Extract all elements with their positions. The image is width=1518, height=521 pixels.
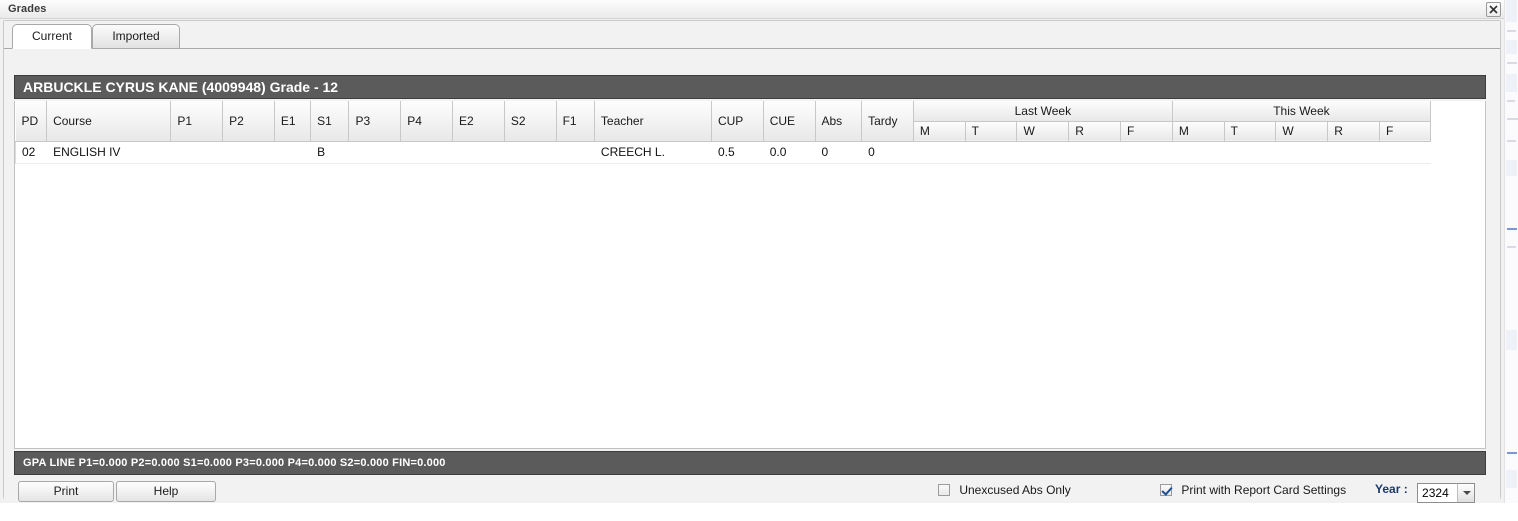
cell-tw-f: [1379, 141, 1431, 164]
cell-p3: [348, 141, 401, 164]
student-header-text: ARBUCKLE CYRUS KANE (4009948) Grade - 12: [23, 79, 339, 95]
grades-table: PD Course P1 P2 E1 S1 P3 P4 E2 S2 F1 Tea…: [15, 101, 1432, 164]
cell-f1: [556, 141, 595, 164]
col-lastweek-t[interactable]: T: [965, 121, 1018, 142]
col-s2[interactable]: S2: [504, 101, 557, 142]
col-teacher[interactable]: Teacher: [594, 101, 712, 142]
close-icon[interactable]: [1486, 2, 1501, 17]
cell-tw-t: [1224, 141, 1276, 164]
cell-s2: [504, 141, 557, 164]
cell-p1: [170, 141, 223, 164]
col-e2[interactable]: E2: [452, 101, 505, 142]
cell-tw-w: [1275, 141, 1328, 164]
unexcused-abs-only-checkbox[interactable]: [938, 484, 950, 496]
col-thisweek-f[interactable]: F: [1379, 121, 1432, 142]
cell-cup: 0.5: [711, 141, 764, 164]
cell-tw-m: [1172, 141, 1225, 164]
grades-panel: Current Imported ARBUCKLE CYRUS KANE (40…: [3, 20, 1501, 503]
col-e1[interactable]: E1: [274, 101, 312, 142]
cell-tardy: 0: [861, 141, 914, 164]
cell-cue: 0.0: [763, 141, 815, 164]
cell-pd: 02: [15, 141, 47, 164]
col-pd[interactable]: PD: [15, 101, 48, 142]
gpa-line-text: GPA LINE P1=0.000 P2=0.000 S1=0.000 P3=0…: [23, 457, 446, 469]
gpa-line-bar: GPA LINE P1=0.000 P2=0.000 S1=0.000 P3=0…: [14, 451, 1486, 475]
col-group-last-week: Last Week: [913, 101, 1173, 122]
tab-imported-label: Imported: [112, 29, 160, 43]
cell-teacher: CREECH L.: [594, 141, 712, 164]
col-tardy[interactable]: Tardy: [861, 101, 914, 142]
col-p2[interactable]: P2: [222, 101, 275, 142]
col-cue[interactable]: CUE: [763, 101, 816, 142]
cell-lw-t: [965, 141, 1017, 164]
year-select-value: 2324: [1422, 485, 1449, 500]
year-selector-group: Year : 2324: [1375, 482, 1476, 503]
tab-imported[interactable]: Imported: [92, 24, 180, 49]
col-lastweek-m[interactable]: M: [913, 121, 966, 142]
year-select[interactable]: 2324: [1417, 482, 1476, 503]
col-cup[interactable]: CUP: [711, 101, 764, 142]
col-thisweek-m[interactable]: M: [1172, 121, 1225, 142]
help-button[interactable]: Help: [116, 481, 216, 502]
tab-current-label: Current: [31, 29, 72, 43]
print-button[interactable]: Print: [18, 481, 114, 502]
col-course[interactable]: Course: [46, 101, 172, 142]
cell-lw-f: [1120, 141, 1173, 164]
year-label: Year :: [1375, 482, 1408, 496]
tab-current[interactable]: Current: [12, 24, 92, 49]
table-header-row-1: PD Course P1 P2 E1 S1 P3 P4 E2 S2 F1 Tea…: [15, 101, 1432, 142]
print-with-report-card-settings-group[interactable]: Print with Report Card Settings: [1160, 483, 1346, 501]
cell-course: ENGLISH IV: [46, 141, 171, 164]
chevron-down-icon[interactable]: [1457, 483, 1475, 502]
print-with-report-card-settings-label: Print with Report Card Settings: [1181, 483, 1347, 497]
unexcused-abs-only-label: Unexcused Abs Only: [959, 483, 1071, 497]
cell-lw-w: [1016, 141, 1069, 164]
cell-e2: [452, 141, 505, 164]
grades-window: Grades Current Imported ARBUCKLE CYRUS K…: [0, 0, 1518, 503]
col-p1[interactable]: P1: [170, 101, 224, 142]
tab-content-current: ARBUCKLE CYRUS KANE (4009948) Grade - 12: [4, 49, 1500, 503]
window-title: Grades: [8, 3, 47, 15]
col-p4[interactable]: P4: [400, 101, 454, 142]
col-lastweek-r[interactable]: R: [1068, 121, 1122, 142]
col-s1[interactable]: S1: [310, 101, 350, 142]
col-lastweek-w[interactable]: W: [1016, 121, 1070, 142]
cell-abs: 0: [815, 141, 862, 164]
cell-p2: [222, 141, 275, 164]
col-thisweek-w[interactable]: W: [1275, 121, 1329, 142]
table-row[interactable]: 02 ENGLISH IV B CREECH L. 0.5 0.0 0 0: [15, 141, 1431, 164]
cell-tw-r: [1327, 141, 1380, 164]
background-page-bleed: [1504, 0, 1518, 503]
window-titlebar: Grades: [0, 0, 1504, 19]
print-button-label: Print: [53, 484, 79, 498]
tab-strip: Current Imported: [4, 21, 1500, 49]
cell-s1: B: [310, 141, 349, 164]
cell-e1: [274, 141, 311, 164]
cell-p4: [400, 141, 453, 164]
cell-lw-m: [913, 141, 966, 164]
col-abs[interactable]: Abs: [815, 101, 863, 142]
grades-grid-container: PD Course P1 P2 E1 S1 P3 P4 E2 S2 F1 Tea…: [14, 101, 1486, 449]
cell-lw-r: [1068, 141, 1121, 164]
student-header-bar: ARBUCKLE CYRUS KANE (4009948) Grade - 12: [14, 75, 1486, 99]
col-p3[interactable]: P3: [348, 101, 402, 142]
col-group-this-week: This Week: [1172, 101, 1432, 122]
col-lastweek-f[interactable]: F: [1120, 121, 1173, 142]
help-button-label: Help: [153, 484, 179, 498]
col-thisweek-r[interactable]: R: [1327, 121, 1380, 142]
unexcused-abs-only-group[interactable]: Unexcused Abs Only: [938, 483, 1071, 501]
col-f1[interactable]: F1: [556, 101, 595, 142]
col-thisweek-t[interactable]: T: [1224, 121, 1277, 142]
bottom-toolbar: Print Help Unexcused Abs Only Print with…: [4, 479, 1500, 521]
print-with-report-card-settings-checkbox[interactable]: [1160, 484, 1172, 496]
